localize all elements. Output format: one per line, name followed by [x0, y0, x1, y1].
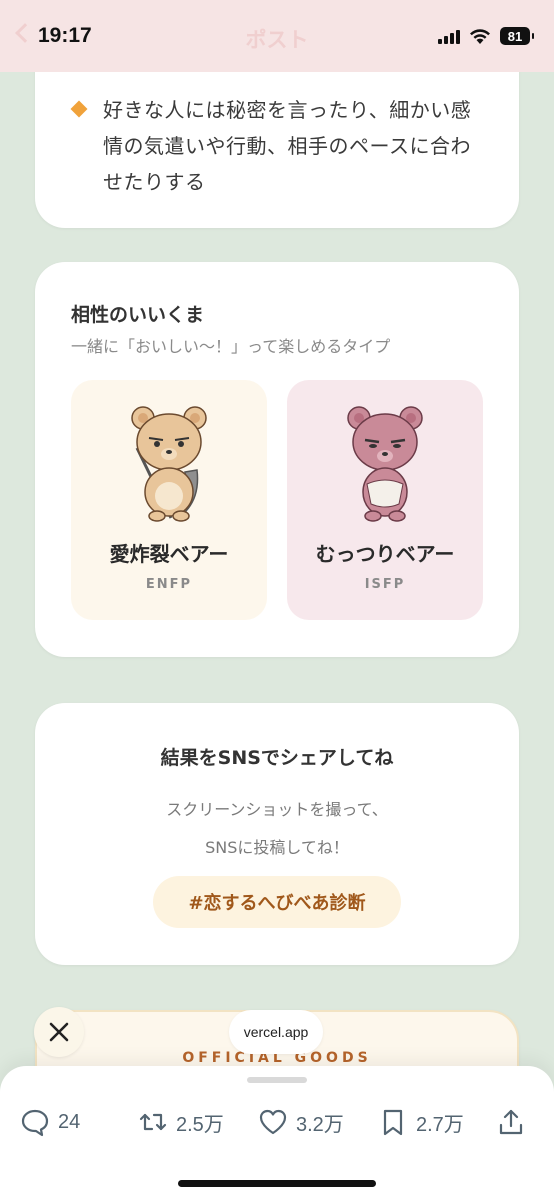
repost-count: 2.5万	[176, 1113, 224, 1136]
battery-icon: 81	[500, 27, 534, 45]
share-card: 結果をSNSでシェアしてね スクリーンショットを撮って、 SNSに投稿してね！ …	[35, 703, 519, 965]
share-icon	[499, 1109, 523, 1135]
diamond-bullet-icon	[70, 100, 88, 118]
action-sheet: 24 2.5万 3.2万 2.7万	[0, 1066, 554, 1200]
bear-illustration-pink	[347, 406, 423, 522]
bookmark-button[interactable]: 2.7万	[378, 1107, 464, 1137]
status-indicators: 81	[438, 27, 534, 45]
trait-bullet: 好きな人には秘密を言ったり、細かい感情の気遣いや行動、相手のペースに合わせたりす…	[70, 92, 489, 200]
like-button[interactable]: 3.2万	[258, 1107, 344, 1137]
close-button[interactable]	[34, 1007, 84, 1057]
signal-icon	[438, 28, 460, 44]
repost-icon	[139, 1113, 167, 1131]
status-time: 19:17	[38, 24, 92, 47]
share-description: スクリーンショットを撮って、 SNSに投稿してね！	[35, 791, 519, 867]
sheet-grip-handle[interactable]	[247, 1077, 307, 1083]
bear-name: 愛炸裂ベアー	[109, 542, 229, 566]
bear-type: ENFP	[145, 577, 193, 592]
bear-name: むっつりベアー	[315, 542, 455, 566]
bear-card-isfp[interactable]: むっつりベアー ISFP	[287, 380, 483, 620]
url-pill[interactable]: vercel.app	[229, 1010, 323, 1054]
close-icon	[49, 1022, 69, 1042]
hashtag-button[interactable]: #恋するへびべあ診断	[153, 876, 401, 928]
status-bar: ポスト 19:17 81	[0, 0, 554, 72]
bookmark-count: 2.7万	[416, 1113, 464, 1136]
home-indicator[interactable]	[178, 1180, 376, 1187]
heart-icon	[259, 1109, 287, 1135]
trait-text: 好きな人には秘密を言ったり、細かい感情の気遣いや行動、相手のペースに合わせたりす…	[103, 98, 472, 194]
share-desc-line: スクリーンショットを撮って、	[166, 800, 388, 819]
bookmark-icon	[383, 1109, 403, 1136]
back-chevron-icon[interactable]	[15, 23, 35, 43]
share-title: 結果をSNSでシェアしてね	[160, 747, 394, 769]
battery-level: 81	[507, 28, 523, 44]
share-button[interactable]	[496, 1107, 526, 1137]
wifi-icon	[470, 29, 490, 44]
like-count: 3.2万	[296, 1113, 344, 1136]
reply-button[interactable]: 24	[20, 1107, 80, 1137]
bear-card-enfp[interactable]: 愛炸裂ベアー ENFP	[71, 380, 267, 620]
action-bar: 24 2.5万 3.2万 2.7万	[0, 1102, 554, 1142]
reply-icon	[21, 1109, 49, 1137]
compat-title: 相性のいいくま	[71, 304, 205, 326]
share-desc-line: SNSに投稿してね！	[205, 838, 349, 857]
compat-card: 相性のいいくま 一緒に「おいしい〜！」って楽しめるタイプ 愛炸裂ベアー ENFP…	[35, 262, 519, 657]
bear-illustration-beige	[131, 406, 207, 522]
compat-subtitle: 一緒に「おいしい〜！」って楽しめるタイプ	[71, 337, 391, 356]
bear-type: ISFP	[364, 577, 406, 592]
reply-count: 24	[58, 1110, 81, 1133]
repost-button[interactable]: 2.5万	[138, 1107, 224, 1137]
